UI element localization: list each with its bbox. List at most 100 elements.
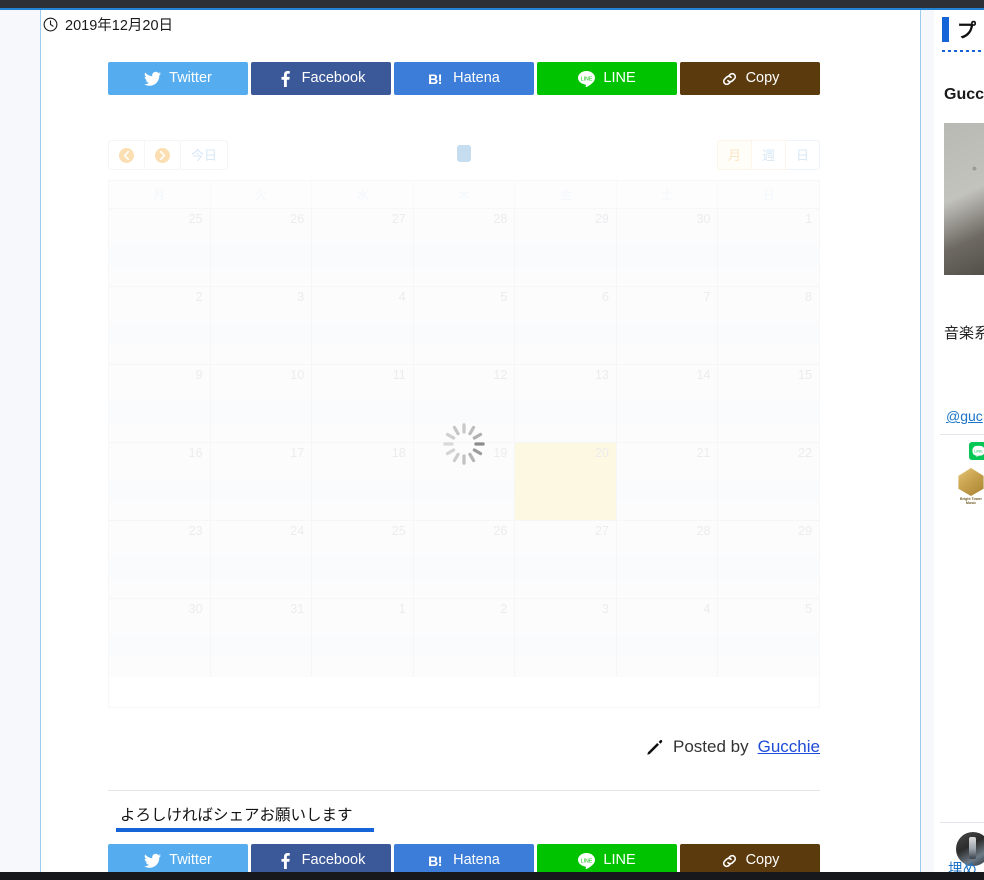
calendar-next-button[interactable]	[145, 140, 181, 170]
calendar-cell-stripe	[616, 557, 718, 579]
calendar-day-cell[interactable]: 10	[209, 365, 312, 442]
calendar-day-cell[interactable]: 17	[209, 443, 312, 520]
line-share-icon[interactable]: LINE	[969, 442, 984, 460]
calendar-day-cell[interactable]: 27	[514, 521, 616, 598]
share-button-facebook-top[interactable]: Facebook	[251, 62, 391, 95]
calendar-week-row: 23 24 25 26 27 28 29	[109, 521, 820, 599]
calendar-day-cell[interactable]: 27	[311, 209, 413, 286]
facebook-icon	[277, 70, 294, 87]
calendar-day-cell[interactable]: 26	[209, 209, 312, 286]
calendar-cell-stripe	[515, 401, 616, 423]
calendar-day-cell[interactable]: 1	[311, 599, 413, 677]
calendar-day-number: 23	[188, 524, 203, 538]
calendar-day-cell[interactable]: 7	[615, 287, 718, 364]
calendar-day-cell[interactable]: 9	[109, 365, 210, 442]
bright-tower-music-logo[interactable]: Bright Tower Music	[954, 468, 984, 505]
calendar-day-cell[interactable]: 14	[615, 365, 718, 442]
column-gutter	[922, 10, 934, 872]
author-link[interactable]: Gucchie	[758, 737, 820, 757]
calendar-cell-stripe	[616, 245, 718, 267]
calendar-day-cell[interactable]: 1	[717, 209, 820, 286]
calendar-day-cell[interactable]: 3	[209, 287, 312, 364]
calendar-day-cell[interactable]: 4	[311, 287, 413, 364]
share-button-label: Facebook	[301, 70, 366, 87]
calendar-day-cell[interactable]: 25	[109, 209, 210, 286]
calendar-cell-stripe	[210, 557, 312, 579]
calendar-view-button-month[interactable]: 月	[716, 140, 752, 170]
browser-top-accent-line	[0, 8, 984, 10]
calendar-day-number: 7	[703, 290, 711, 304]
calendar-cell-stripe	[413, 401, 515, 423]
calendar-day-number: 15	[798, 368, 813, 382]
sidebar-profile-handle[interactable]: @guc	[946, 408, 983, 424]
calendar-toolbar: 今日 月週日	[108, 138, 820, 172]
calendar-day-cell[interactable]: 22	[717, 443, 820, 520]
calendar-day-header: 日	[717, 181, 820, 208]
share-button-line-top[interactable]: LINE LINE	[537, 62, 677, 95]
calendar-day-cell[interactable]: 30	[109, 599, 210, 677]
calendar-cell-stripe	[413, 245, 515, 267]
calendar-day-number: 29	[594, 212, 609, 226]
calendar-day-cell[interactable]: 11	[311, 365, 413, 442]
hatena-icon: B!	[428, 852, 442, 869]
calendar-day-cell[interactable]: 20	[514, 443, 616, 520]
calendar-day-number: 28	[493, 212, 508, 226]
calendar-day-cell[interactable]: 28	[615, 521, 718, 598]
share-button-hatena-top[interactable]: B! Hatena	[394, 62, 534, 95]
share-button-twitter-top[interactable]: Twitter	[108, 62, 248, 95]
calendar-day-cell[interactable]: 8	[717, 287, 820, 364]
calendar-view-button-week[interactable]: 週	[751, 140, 786, 170]
calendar-prev-button[interactable]	[108, 140, 145, 170]
calendar-day-cell[interactable]: 25	[311, 521, 413, 598]
calendar-day-cell[interactable]: 28	[412, 209, 515, 286]
calendar-cell-stripe	[109, 479, 210, 501]
calendar-day-cell[interactable]: 31	[209, 599, 312, 677]
calendar-day-cell[interactable]: 15	[717, 365, 820, 442]
share-buttons-top: Twitter Facebook B! Hatena LINE LINE Copy	[108, 62, 820, 95]
calendar-cell-stripe	[109, 323, 210, 345]
calendar-view-group: 月週日	[716, 140, 820, 170]
calendar-today-button[interactable]: 今日	[180, 140, 229, 170]
calendar-day-cell[interactable]: 24	[209, 521, 312, 598]
sidebar-divider-1	[940, 434, 984, 435]
calendar-cell-stripe	[109, 557, 210, 579]
twitter-icon	[144, 71, 162, 87]
calendar-day-cell[interactable]: 29	[717, 521, 820, 598]
calendar-day-cell[interactable]: 16	[109, 443, 210, 520]
share-button-copy-top[interactable]: Copy	[680, 62, 820, 95]
sidebar-profile-name: Gucch	[944, 86, 984, 103]
calendar-day-cell[interactable]: 21	[615, 443, 718, 520]
calendar-day-cell[interactable]: 6	[514, 287, 616, 364]
calendar-cell-stripe	[718, 245, 820, 267]
calendar-day-header: 金	[514, 181, 616, 208]
line-icon: LINE	[578, 70, 596, 87]
calendar-day-cell[interactable]: 5	[412, 287, 515, 364]
calendar-day-header: 火	[209, 181, 312, 208]
calendar-nav-group	[108, 140, 181, 170]
calendar-view-button-day[interactable]: 日	[785, 140, 820, 170]
calendar-day-cell[interactable]: 29	[514, 209, 616, 286]
brand-name-text: Bright Tower Music	[960, 497, 982, 506]
calendar-day-cell[interactable]: 13	[514, 365, 616, 442]
share-button-label: Facebook	[301, 852, 366, 869]
calendar-day-number: 2	[500, 602, 508, 616]
calendar-day-cell[interactable]: 18	[311, 443, 413, 520]
calendar-day-cell[interactable]: 26	[412, 521, 515, 598]
calendar-cell-stripe	[312, 479, 413, 501]
calendar-day-number: 30	[188, 602, 203, 616]
calendar-day-cell[interactable]: 2	[109, 287, 210, 364]
calendar-cell-stripe	[210, 635, 312, 657]
calendar-day-cell[interactable]: 30	[615, 209, 718, 286]
calendar-day-number: 2	[195, 290, 203, 304]
calendar-day-number: 31	[290, 602, 305, 616]
share-heading-block: よろしければシェアお願いします	[108, 790, 820, 832]
calendar-day-number: 3	[297, 290, 305, 304]
calendar-cell-stripe	[413, 635, 515, 657]
sidebar-embed-link[interactable]: 埋め	[948, 858, 977, 872]
calendar-day-cell[interactable]: 5	[717, 599, 820, 677]
calendar-cell-stripe	[515, 245, 616, 267]
calendar-day-cell[interactable]: 3	[514, 599, 616, 677]
calendar-day-cell[interactable]: 23	[109, 521, 210, 598]
calendar-day-cell[interactable]: 2	[412, 599, 515, 677]
calendar-day-cell[interactable]: 4	[615, 599, 718, 677]
